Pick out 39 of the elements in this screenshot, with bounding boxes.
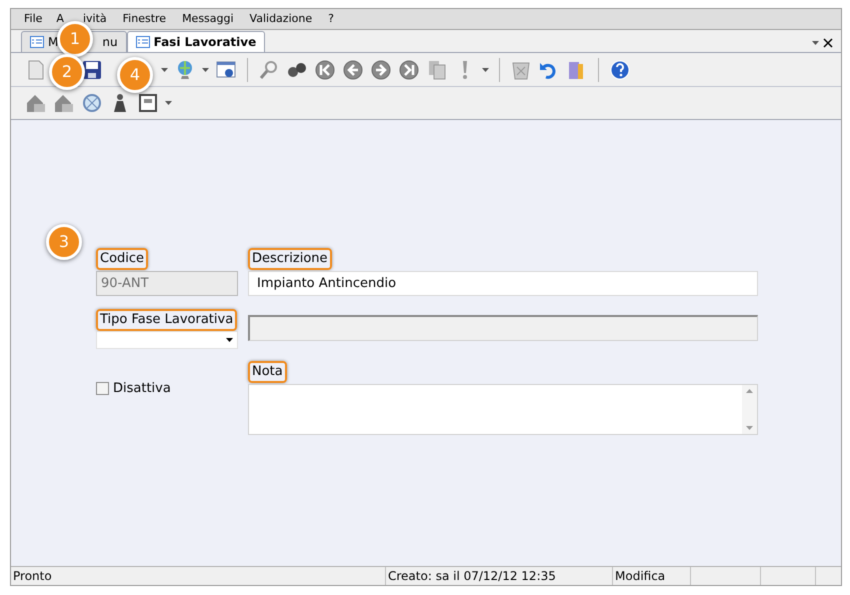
search-icon[interactable] (258, 58, 280, 80)
form-icon (136, 36, 150, 48)
dropdown-arrow-icon[interactable] (226, 338, 233, 342)
layout-icon[interactable] (137, 92, 159, 114)
close-icon[interactable] (823, 38, 833, 48)
tab-label: M (48, 34, 58, 51)
caret-icon[interactable] (165, 101, 172, 105)
form-icon (30, 36, 44, 48)
scrollbar[interactable] (742, 385, 757, 434)
status-text: Modifica (613, 567, 691, 585)
menu-item[interactable]: Validazione (250, 10, 312, 28)
menu-item[interactable]: Finestre (122, 10, 166, 28)
help-icon[interactable] (609, 58, 631, 80)
menu-item[interactable]: File (24, 10, 42, 28)
status-text: Creato: sa il 07/12/12 12:35 (386, 567, 613, 585)
field-label: Tipo Fase Lavorativa (96, 309, 238, 331)
house-grid-icon[interactable] (25, 92, 47, 114)
settings-window-icon[interactable] (215, 58, 237, 80)
caret-icon[interactable] (812, 41, 819, 45)
save-icon[interactable] (81, 58, 103, 80)
caret-icon[interactable] (161, 68, 168, 72)
note-field[interactable] (248, 384, 758, 435)
menu-item[interactable]: ? (328, 10, 334, 28)
menu-item[interactable]: Messaggi (182, 10, 234, 28)
field-label: Descrizione (248, 248, 332, 270)
caret-icon[interactable] (202, 68, 209, 72)
last-icon[interactable] (398, 58, 420, 80)
checkbox[interactable] (96, 382, 109, 396)
tab[interactable]: Fasi Lavorative (126, 31, 266, 52)
caret-icon[interactable] (482, 68, 489, 72)
scroll-down-icon[interactable] (746, 426, 753, 430)
first-icon[interactable] (314, 58, 336, 80)
house-grid-icon[interactable] (53, 92, 75, 114)
tab-label: nu (102, 34, 118, 51)
description-field[interactable]: Impianto Antincendio (248, 271, 758, 296)
compass-icon[interactable] (81, 92, 103, 114)
checkbox-label: Disattiva (113, 380, 171, 398)
scroll-up-icon[interactable] (746, 389, 753, 393)
status-text: Pronto (11, 567, 386, 585)
